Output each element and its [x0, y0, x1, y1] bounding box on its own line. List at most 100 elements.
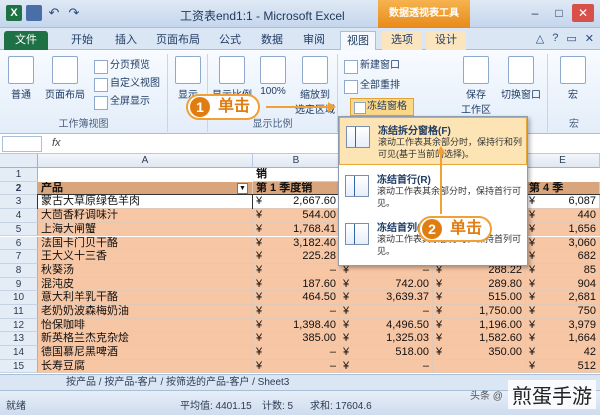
cell-value[interactable]: ¥4,496.50: [340, 318, 433, 333]
close-icon[interactable]: ✕: [572, 4, 594, 22]
cell-product[interactable]: 怡保咖啡: [38, 318, 253, 333]
cell-product[interactable]: 长寿豆腐: [38, 359, 253, 374]
switch-windows-button[interactable]: 切换窗口: [498, 56, 544, 101]
cell-value[interactable]: ¥904: [526, 277, 600, 292]
restore-icon[interactable]: ▭: [566, 32, 576, 45]
cell-value[interactable]: ¥187.60: [253, 277, 340, 292]
cell-value[interactable]: ¥6,087: [525, 194, 600, 211]
row-number[interactable]: 12: [0, 318, 38, 333]
row-number[interactable]: 8: [0, 263, 38, 278]
minimize-icon[interactable]: –: [524, 4, 546, 22]
row-number[interactable]: 9: [0, 277, 38, 292]
zoom-100-button[interactable]: 100%: [254, 56, 292, 97]
cell-value[interactable]: ¥3,182.40: [253, 236, 340, 251]
fx-icon[interactable]: fx: [52, 137, 61, 149]
tab-page-layout[interactable]: 页面布局: [150, 31, 206, 50]
cell-value[interactable]: ¥3,979: [526, 318, 600, 333]
cell[interactable]: 销: [253, 168, 340, 182]
cell-value[interactable]: ¥750: [526, 305, 600, 319]
cell-value[interactable]: ¥225.28: [253, 250, 340, 264]
arrange-all-button[interactable]: 全部重排: [342, 78, 400, 94]
row-number[interactable]: 7: [0, 250, 38, 264]
column-header-e[interactable]: E: [526, 154, 600, 168]
name-box[interactable]: [2, 136, 42, 152]
cell-value[interactable]: ¥682: [526, 250, 600, 264]
cell-product[interactable]: 王大义十三香: [38, 250, 253, 264]
row-number[interactable]: 4: [0, 209, 38, 223]
cell[interactable]: 第 4 季: [526, 181, 600, 196]
cell-value[interactable]: ¥464.50: [253, 291, 340, 305]
cell[interactable]: 第 1 季度销: [253, 181, 340, 196]
freeze-panes-option[interactable]: 冻结拆分窗格(F) 滚动工作表其余部分时，保持行和列可见(基于当前的选择)。: [339, 117, 527, 165]
tab-formulas[interactable]: 公式: [212, 31, 248, 50]
row-number[interactable]: 13: [0, 332, 38, 347]
cell-product[interactable]: 蒙古大草原绿色羊肉: [37, 194, 254, 211]
cell-product[interactable]: 法国卡门贝干酪: [38, 236, 253, 251]
row-number[interactable]: 11: [0, 305, 38, 319]
cell-product[interactable]: 老奶奶波森梅奶油: [38, 305, 253, 319]
cell-value[interactable]: ¥1,664: [526, 332, 600, 347]
cell-product[interactable]: 意大利羊乳干酪: [38, 291, 253, 305]
filter-dropdown-icon[interactable]: ▼: [237, 182, 248, 194]
cell-value[interactable]: ¥2,667.60: [252, 194, 341, 211]
row-number[interactable]: 5: [0, 222, 38, 237]
cell-value[interactable]: ¥ –: [253, 359, 340, 374]
cell-value[interactable]: ¥385.00: [253, 332, 340, 347]
freeze-panes-button[interactable]: 冻结窗格: [350, 98, 414, 116]
custom-views-button[interactable]: 自定义视图: [92, 76, 160, 92]
row-number[interactable]: 14: [0, 346, 38, 360]
help-icon[interactable]: ?: [552, 32, 558, 45]
full-screen-button[interactable]: 全屏显示: [92, 94, 150, 110]
cell-value[interactable]: ¥544.00: [253, 209, 340, 223]
cell-value[interactable]: ¥3,639.37: [340, 291, 433, 305]
row-number[interactable]: 3: [0, 195, 38, 210]
cell-value[interactable]: ¥289.80: [433, 277, 526, 292]
page-break-preview-button[interactable]: 分页预览: [92, 58, 150, 74]
cell-value[interactable]: ¥1,750.00: [433, 305, 526, 319]
undo-icon[interactable]: ↶: [46, 5, 62, 21]
redo-icon[interactable]: ↷: [66, 5, 82, 21]
cell-product[interactable]: 秋葵汤: [38, 263, 253, 278]
tab-insert[interactable]: 插入: [108, 31, 144, 50]
cell-value[interactable]: ¥2,681: [526, 291, 600, 305]
cell[interactable]: 产品 ▼: [38, 181, 253, 196]
tab-review[interactable]: 审阅: [296, 31, 332, 50]
new-window-button[interactable]: 新建窗口: [342, 58, 400, 74]
tab-file[interactable]: 文件: [4, 31, 48, 50]
tab-view[interactable]: 视图: [340, 31, 376, 50]
tab-options[interactable]: 选项: [382, 31, 422, 50]
cell-value[interactable]: ¥ –: [253, 305, 340, 319]
save-icon[interactable]: [26, 5, 42, 21]
cell-value[interactable]: ¥1,196.00: [433, 318, 526, 333]
column-header-a[interactable]: A: [38, 154, 253, 168]
tab-data[interactable]: 数据: [254, 31, 290, 50]
cell-product[interactable]: 德国慕尼黑啤酒: [38, 346, 253, 360]
tab-design[interactable]: 设计: [426, 31, 466, 50]
page-layout-view-button[interactable]: 页面布局: [44, 56, 86, 101]
cell-product[interactable]: 混沌皮: [38, 277, 253, 292]
cell-value[interactable]: ¥85: [526, 263, 600, 278]
cell-value[interactable]: ¥1,582.60: [433, 332, 526, 347]
cell-value[interactable]: [433, 359, 526, 374]
cell-value[interactable]: ¥1,656: [526, 222, 600, 237]
cell-product[interactable]: 大茴香籽调味汁: [38, 209, 253, 223]
cell-value[interactable]: ¥3,060: [526, 236, 600, 251]
column-header-b[interactable]: B: [253, 154, 340, 168]
row-number[interactable]: 10: [0, 291, 38, 305]
cell-value[interactable]: ¥ –: [340, 305, 433, 319]
cell-value[interactable]: ¥350.00: [433, 346, 526, 360]
freeze-top-row-option[interactable]: 冻结首行(R) 滚动工作表其余部分时，保持首行可见。: [339, 167, 527, 215]
cell-value[interactable]: ¥1,325.03: [340, 332, 433, 347]
select-all-corner[interactable]: [0, 154, 38, 168]
cell-value[interactable]: ¥42: [526, 346, 600, 360]
cell-value[interactable]: ¥512: [526, 359, 600, 374]
cell-value[interactable]: ¥ –: [253, 346, 340, 360]
cell-product[interactable]: 新英格兰杰克杂烩: [38, 332, 253, 347]
maximize-icon[interactable]: □: [548, 4, 570, 22]
cell-value[interactable]: ¥515.00: [433, 291, 526, 305]
minimize-ribbon-icon[interactable]: △: [536, 32, 544, 45]
cell-value[interactable]: ¥ –: [340, 359, 433, 374]
row-number[interactable]: 1: [0, 168, 38, 182]
normal-view-button[interactable]: 普通: [4, 56, 38, 101]
row-number[interactable]: 6: [0, 236, 38, 251]
